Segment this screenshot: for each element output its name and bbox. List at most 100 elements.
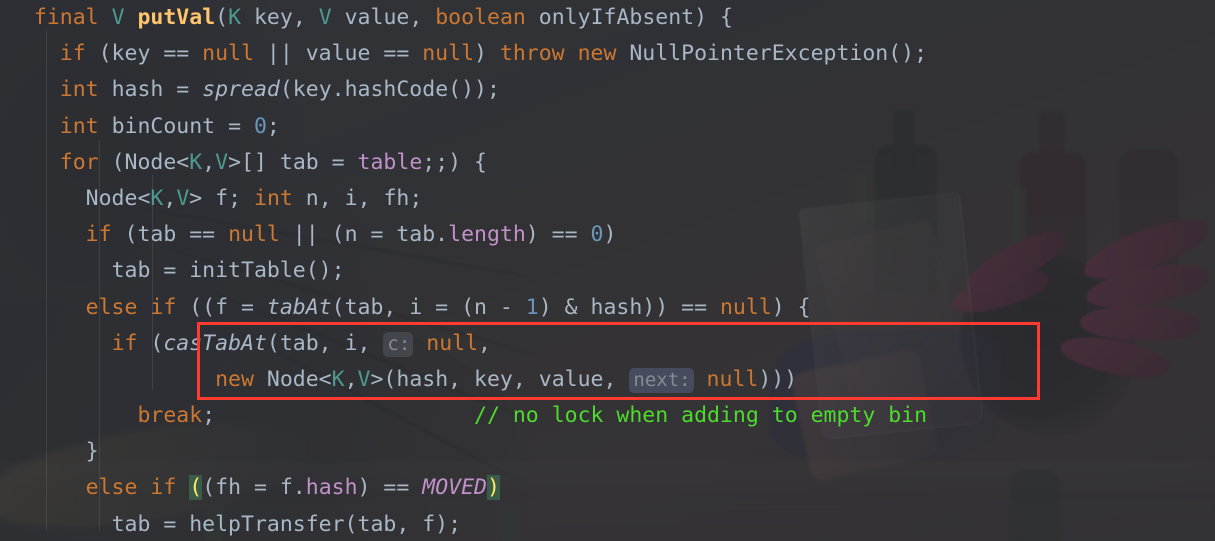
code-token: null — [706, 366, 759, 392]
code-token: ; — [266, 113, 280, 139]
code-token: int — [59, 113, 99, 139]
code-token: break — [137, 403, 203, 429]
code-token: ;;) { — [422, 149, 488, 175]
code-token: null — [426, 330, 479, 356]
code-token: boolean — [435, 5, 526, 30]
code-token: V — [176, 185, 190, 211]
code-token: >[] tab = — [228, 149, 358, 175]
matched-brace: ( — [189, 475, 203, 501]
code-token: if — [111, 330, 138, 356]
code-token: > f; — [189, 185, 254, 211]
code-token: (fh = f. — [202, 475, 306, 501]
code-token: ; — [202, 403, 216, 429]
code-line[interactable]: Node<K,V> f; int n, i, fh; — [0, 181, 1215, 217]
code-token: if — [59, 41, 86, 67]
code-token: (key.hashCode()); — [279, 77, 500, 103]
code-token: onlyIfAbsent) { — [525, 5, 733, 30]
code-token: null — [202, 41, 254, 67]
code-token: ( — [137, 330, 164, 356]
code-token: (key == — [85, 41, 203, 67]
code-token: null — [422, 41, 475, 67]
code-text-area[interactable]: final V putVal(K key, V value, boolean o… — [0, 0, 1215, 541]
code-line[interactable]: if (tab == null || (n = tab.length) == 0… — [0, 217, 1215, 253]
code-line[interactable]: else if ((f = tabAt(tab, i = (n - 1) & h… — [0, 290, 1215, 326]
code-token: binCount = — [98, 113, 254, 139]
code-line[interactable]: if (casTabAt(tab, i, c: null, — [0, 326, 1215, 362]
code-token: tabAt — [266, 294, 332, 320]
code-token: (tab, i, — [266, 330, 384, 356]
code-token: value, — [331, 5, 436, 30]
code-token: hash — [305, 475, 358, 501]
code-token: K — [331, 366, 345, 392]
code-token: || (n = tab. — [279, 222, 449, 248]
code-token: ) == — [525, 222, 591, 248]
code-token: K — [150, 185, 164, 211]
code-line[interactable]: for (Node<K,V>[] tab = table;;) { — [0, 145, 1215, 181]
code-token: casTabAt — [163, 330, 267, 356]
code-editor-screenshot: final V putVal(K key, V value, boolean o… — [0, 0, 1215, 541]
code-line[interactable]: final V putVal(K key, V value, boolean o… — [0, 0, 1215, 36]
code-token: ) — [603, 222, 617, 248]
code-token: length — [448, 222, 526, 248]
code-line[interactable]: break; // no lock when adding to empty b… — [0, 398, 1215, 434]
inlay-parameter-hint: c: — [383, 331, 414, 357]
code-token: , — [163, 185, 177, 211]
code-token: int — [59, 77, 99, 103]
inlay-parameter-hint: next: — [629, 367, 694, 393]
code-line[interactable]: new Node<K,V>(hash, key, value, next: nu… — [0, 362, 1215, 398]
code-token: ))) — [758, 366, 798, 392]
code-line[interactable]: } — [0, 434, 1215, 470]
code-token: V — [357, 366, 371, 392]
code-line[interactable]: int binCount = 0; — [0, 109, 1215, 145]
code-token: , — [344, 366, 358, 392]
code-token: V — [111, 5, 125, 30]
code-token: NullPointerException(); — [616, 41, 928, 67]
code-token: null — [719, 294, 772, 320]
code-token: ) & hash)) == — [538, 294, 720, 320]
code-token: key, — [241, 5, 319, 30]
code-token: tab = helpTransfer(tab, f); — [111, 511, 462, 537]
code-token: int — [254, 185, 293, 211]
code-token: else if — [85, 475, 177, 501]
code-token: (tab, i = (n - — [331, 294, 526, 320]
code-token: MOVED — [422, 475, 487, 501]
code-token: ) { — [771, 294, 811, 320]
code-line[interactable]: else if ((fh = f.hash) == MOVED) — [0, 470, 1215, 506]
code-token: putVal — [137, 5, 216, 30]
code-comment: // no lock when adding to empty bin — [474, 403, 928, 429]
code-line[interactable]: tab = initTable(); — [0, 253, 1215, 289]
code-token: >(hash, key, value, — [370, 366, 630, 392]
code-token: if — [85, 222, 112, 248]
code-line[interactable]: if (key == null || value == null) throw … — [0, 36, 1215, 72]
code-token: 0 — [590, 222, 604, 248]
code-token: 1 — [525, 294, 539, 320]
code-line[interactable]: int hash = spread(key.hashCode()); — [0, 72, 1215, 108]
code-token: ) — [474, 41, 500, 67]
code-line[interactable]: tab = helpTransfer(tab, f); — [0, 507, 1215, 541]
code-token: , — [478, 330, 491, 356]
code-token: null — [228, 222, 280, 248]
code-token: new — [215, 366, 254, 392]
code-token: } — [85, 439, 99, 465]
code-token: || value == — [253, 41, 423, 67]
code-token: ) == — [357, 475, 423, 501]
code-token: K — [189, 149, 203, 175]
